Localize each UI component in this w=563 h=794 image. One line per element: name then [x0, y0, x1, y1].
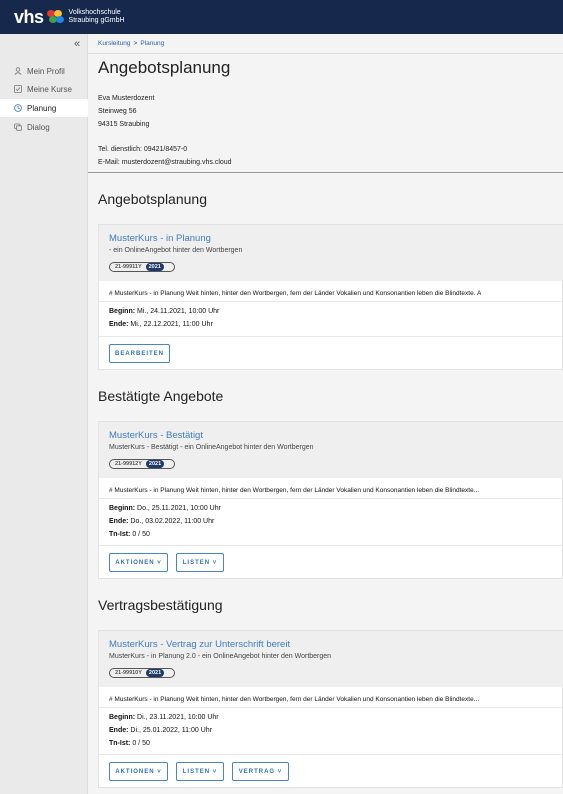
sidebar-item-dialog[interactable]: Dialog [0, 118, 88, 136]
sidebar: « Mein Profil Meine Kurse Planung Dialog [0, 34, 88, 794]
course-description: # MusterKurs - in Planung Weit hinten, h… [109, 290, 482, 297]
collapse-sidebar-icon[interactable]: « [74, 38, 80, 50]
logo-wordmark: vhs [14, 6, 44, 27]
lists-dropdown-button[interactable]: LISTEN ˅ [176, 553, 224, 572]
course-number: 21-99911Y [115, 264, 142, 270]
course-card-bestaetigt: MusterKurs - Bestätigt MusterKurs - Best… [98, 421, 563, 579]
org-name-line1: Volkshochschule [68, 9, 121, 16]
course-subtitle: - ein OnlineAngebot hinter den Wortberge… [109, 247, 243, 254]
course-number-badge: 21-99911Y 2021 [109, 262, 175, 272]
page-title: Angebotsplanung [98, 58, 231, 77]
course-number-badge: 21-99910Y 2021 [109, 668, 175, 678]
course-subtitle: MusterKurs - in Planung 2.0 - ein Online… [109, 653, 332, 660]
lists-dropdown-button[interactable]: LISTEN ˅ [176, 762, 224, 781]
begin-label: Beginn: [109, 308, 136, 315]
begin-label: Beginn: [109, 505, 136, 512]
sidebar-item-label: Planung [27, 103, 57, 113]
clock-icon [14, 104, 22, 112]
participants: Tn-Ist: 0 / 50 [109, 740, 150, 747]
divider [99, 498, 563, 499]
contract-dropdown-button[interactable]: VERTRAG ˅ [232, 762, 289, 781]
end-label: Ende: [109, 518, 129, 525]
end-value: Mi., 22.12.2021, 11:00 Uhr [130, 321, 213, 328]
year-badge: 2021 [145, 669, 165, 677]
end-value: Di., 25.01.2022, 11:00 Uhr [130, 727, 212, 734]
breadcrumb-item-planung[interactable]: Planung [140, 40, 164, 47]
begin-value: Mi., 24.11.2021, 10:00 Uhr [137, 308, 220, 315]
end-value: Do., 03.02.2022, 11:00 Uhr [130, 518, 215, 525]
section-heading-bestaetigte-angebote: Bestätigte Angebote [98, 388, 224, 404]
divider [99, 754, 563, 755]
course-begin: Beginn: Do., 25.11.2021, 10:00 Uhr [109, 505, 221, 512]
course-end: Ende: Do., 03.02.2022, 11:00 Uhr [109, 518, 214, 525]
section-heading-vertragsbestaetigung: Vertragsbestätigung [98, 597, 223, 613]
sidebar-item-meine-kurse[interactable]: Meine Kurse [0, 80, 88, 98]
course-title-link[interactable]: MusterKurs - Vertrag zur Unterschrift be… [109, 639, 290, 650]
begin-value: Di., 23.11.2021, 10:00 Uhr [137, 714, 219, 721]
checkbox-icon [14, 85, 22, 93]
vhs-logo[interactable]: vhs Volkshochschule Straubing gGmbH [14, 6, 125, 28]
course-title-link[interactable]: MusterKurs - Bestätigt [109, 430, 203, 441]
course-description: # MusterKurs - in Planung Weit hinten, h… [109, 696, 480, 703]
divider [88, 172, 563, 173]
edit-button[interactable]: BEARBEITEN [109, 344, 170, 363]
divider [99, 301, 563, 302]
divider [88, 53, 563, 54]
course-card-vertrag: MusterKurs - Vertrag zur Unterschrift be… [98, 630, 563, 788]
contact-city: 94315 Straubing [98, 121, 150, 128]
divider [99, 336, 563, 337]
sidebar-item-mein-profil[interactable]: Mein Profil [0, 62, 88, 80]
course-description: # MusterKurs - in Planung Weit hinten, h… [109, 487, 480, 494]
org-name: Volkshochschule Straubing gGmbH [69, 9, 125, 25]
course-begin: Beginn: Mi., 24.11.2021, 10:00 Uhr [109, 308, 219, 315]
divider [99, 545, 563, 546]
year-badge: 2021 [145, 460, 165, 468]
contact-phone: Tel. dienstlich: 09421/8457-0 [98, 146, 188, 153]
section-heading-angebotsplanung: Angebotsplanung [98, 191, 207, 207]
sidebar-item-planung[interactable]: Planung [0, 99, 88, 117]
user-icon [14, 67, 22, 75]
participants: Tn-Ist: 0 / 50 [109, 531, 150, 538]
begin-value: Do., 25.11.2021, 10:00 Uhr [137, 505, 221, 512]
course-number-badge: 21-99912Y 2021 [109, 459, 175, 469]
end-label: Ende: [109, 321, 129, 328]
sidebar-item-label: Meine Kurse [27, 84, 72, 94]
actions-dropdown-button[interactable]: AKTIONEN ˅ [109, 762, 168, 781]
contact-street: Steinweg 56 [98, 108, 137, 115]
course-number: 21-99910Y [115, 670, 142, 676]
course-end: Ende: Di., 25.01.2022, 11:00 Uhr [109, 727, 212, 734]
course-card-in-planung: MusterKurs - in Planung - ein OnlineAnge… [98, 224, 563, 370]
course-begin: Beginn: Di., 23.11.2021, 10:00 Uhr [109, 714, 219, 721]
contact-email: E-Mail: musterdozent@straubing.vhs.cloud [98, 159, 232, 166]
contact-name: Eva Musterdozent [98, 95, 155, 102]
participants-value: 0 / 50 [132, 740, 150, 747]
breadcrumb-item-kursleitung[interactable]: Kursleitung [98, 40, 131, 47]
course-subtitle: MusterKurs - Bestätigt - ein OnlineAngeb… [109, 444, 314, 451]
course-title-link[interactable]: MusterKurs - in Planung [109, 233, 211, 244]
participants-value: 0 / 50 [132, 531, 150, 538]
breadcrumb-separator: > [133, 40, 138, 47]
begin-label: Beginn: [109, 714, 136, 721]
divider [99, 707, 563, 708]
course-end: Ende: Mi., 22.12.2021, 11:00 Uhr [109, 321, 213, 328]
end-label: Ende: [109, 727, 129, 734]
actions-dropdown-button[interactable]: AKTIONEN ˅ [109, 553, 168, 572]
main-content: Kursleitung > Planung Angebotsplanung Eva … [88, 34, 563, 794]
course-number: 21-99912Y [115, 461, 142, 467]
participants-label: Tn-Ist: [109, 531, 131, 538]
top-bar: vhs Volkshochschule Straubing gGmbH [0, 0, 563, 34]
sidebar-item-label: Mein Profil [27, 66, 65, 76]
logo-mark-icon [46, 10, 65, 24]
chat-icon [14, 123, 22, 131]
org-name-line2: Straubing gGmbH [68, 17, 125, 24]
breadcrumb: Kursleitung > Planung [98, 40, 164, 47]
participants-label: Tn-Ist: [109, 740, 131, 747]
sidebar-item-label: Dialog [27, 122, 50, 132]
year-badge: 2021 [145, 263, 164, 271]
